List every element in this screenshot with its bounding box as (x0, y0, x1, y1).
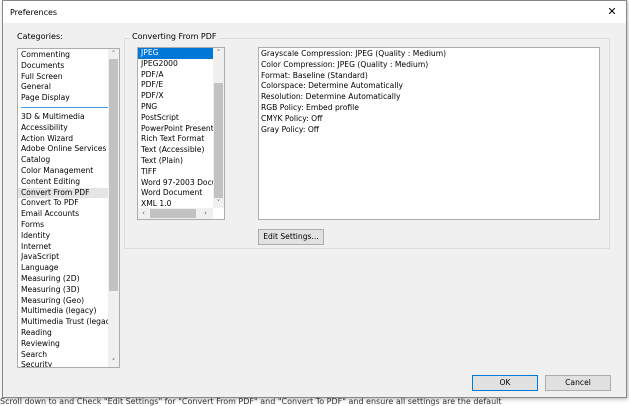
scroll-left-icon[interactable]: ‹ (138, 208, 149, 218)
setting-line: RGB Policy: Embed profile (261, 102, 359, 112)
background-text: Scroll down to and Check "Edit Settings"… (0, 397, 502, 406)
category-item[interactable]: Language (18, 263, 119, 274)
format-item[interactable]: Rich Text Format (138, 134, 214, 145)
category-item[interactable]: JavaScript (18, 252, 119, 263)
category-item[interactable]: Measuring (2D) (18, 274, 119, 285)
category-item[interactable]: Email Accounts (18, 209, 119, 220)
format-item[interactable]: PDF/E (138, 80, 214, 91)
category-item[interactable]: Convert From PDF (18, 187, 119, 199)
format-item[interactable]: Word Document (138, 188, 214, 199)
category-item[interactable]: Catalog (18, 155, 119, 166)
scroll-down-icon[interactable]: ˅ (213, 198, 224, 208)
setting-line: Grayscale Compression: JPEG (Quality : M… (261, 49, 447, 58)
categories-label: Categories: (17, 32, 63, 41)
settings-summary: Grayscale Compression: JPEG (Quality : M… (258, 47, 600, 220)
scroll-up-icon[interactable]: ˄ (108, 49, 119, 59)
category-item[interactable]: Documents (18, 61, 119, 72)
cancel-button[interactable]: Cancel (545, 375, 611, 391)
category-item[interactable]: Convert To PDF (18, 198, 119, 209)
setting-line: Color Compression: JPEG (Quality : Mediu… (261, 59, 429, 69)
category-item[interactable]: Page Display (18, 93, 119, 104)
scroll-up-icon[interactable]: ˄ (213, 48, 224, 58)
format-item[interactable]: PostScript (138, 113, 214, 124)
categories-scrollbar[interactable]: ˄ ˅ (108, 49, 119, 367)
format-item[interactable]: JPEG2000 (138, 59, 214, 70)
format-item[interactable]: PNG (138, 102, 214, 113)
title-bar: Preferences ✕ (3, 1, 626, 23)
format-item[interactable]: Text (Accessible) (138, 145, 214, 156)
category-item[interactable]: Identity (18, 231, 119, 242)
format-item[interactable]: Word 97-2003 Document (138, 178, 214, 189)
category-item[interactable]: Search (18, 350, 119, 361)
scroll-down-icon[interactable]: ˅ (108, 357, 119, 367)
format-list[interactable]: JPEG JPEG2000 PDF/A PDF/E PDF/X PNG PostScript… (137, 47, 225, 220)
setting-line: Colorspace: Determine Automatically (261, 81, 403, 91)
close-icon[interactable]: ✕ (604, 4, 620, 20)
category-item[interactable]: Accessibility (18, 123, 119, 134)
ok-button[interactable]: OK (472, 375, 538, 391)
scroll-thumb[interactable] (109, 59, 118, 291)
scroll-thumb[interactable] (214, 83, 223, 198)
category-item[interactable]: Reviewing (18, 339, 119, 350)
format-item[interactable]: JPEG (138, 48, 214, 59)
category-item[interactable]: Content Editing (18, 177, 119, 188)
category-item[interactable]: Commenting (18, 50, 119, 61)
format-item[interactable]: TIFF (138, 167, 214, 178)
dialog-title: Preferences (10, 8, 58, 17)
converting-group-label: Converting From PDF (130, 32, 219, 41)
format-item[interactable]: PowerPoint Presentation (138, 124, 214, 135)
category-item[interactable]: Measuring (3D) (18, 285, 119, 296)
format-hscrollbar[interactable]: ‹ › (138, 208, 213, 219)
setting-line: Gray Policy: Off (261, 124, 320, 134)
setting-line: CMYK Policy: Off (261, 113, 323, 123)
category-item[interactable]: Reading (18, 328, 119, 339)
category-item[interactable]: Adobe Online Services (18, 144, 119, 155)
format-item[interactable]: Text (Plain) (138, 156, 214, 167)
category-item[interactable]: Multimedia (legacy) (18, 306, 119, 317)
format-vscrollbar[interactable]: ˄ ˅ (213, 48, 224, 208)
category-item[interactable]: Color Management (18, 166, 119, 177)
category-item[interactable]: Forms (18, 220, 119, 231)
edit-settings-button[interactable]: Edit Settings... (258, 229, 324, 245)
category-item[interactable]: Security (18, 360, 119, 367)
scroll-right-icon[interactable]: › (200, 208, 211, 218)
format-item[interactable]: PDF/A (138, 70, 214, 81)
category-item[interactable]: Internet (18, 242, 119, 253)
category-item[interactable]: Measuring (Geo) (18, 296, 119, 307)
category-item[interactable]: 3D & Multimedia (18, 112, 119, 123)
categories-list[interactable]: Commenting Documents Full Screen General Pag… (17, 48, 120, 368)
setting-line: Resolution: Determine Automatically (261, 92, 401, 102)
setting-line: Format: Baseline (Standard) (261, 70, 368, 80)
category-item[interactable]: Multimedia Trust (legacy) (18, 317, 119, 328)
preferences-dialog: Preferences ✕ Categories: Commenting Docu… (2, 0, 627, 398)
format-item[interactable]: PDF/X (138, 91, 214, 102)
category-item[interactable]: Full Screen (18, 72, 119, 83)
category-item[interactable]: General (18, 82, 119, 93)
scroll-thumb[interactable] (150, 209, 196, 218)
category-separator (21, 106, 113, 108)
category-item[interactable]: Action Wizard (18, 134, 119, 145)
